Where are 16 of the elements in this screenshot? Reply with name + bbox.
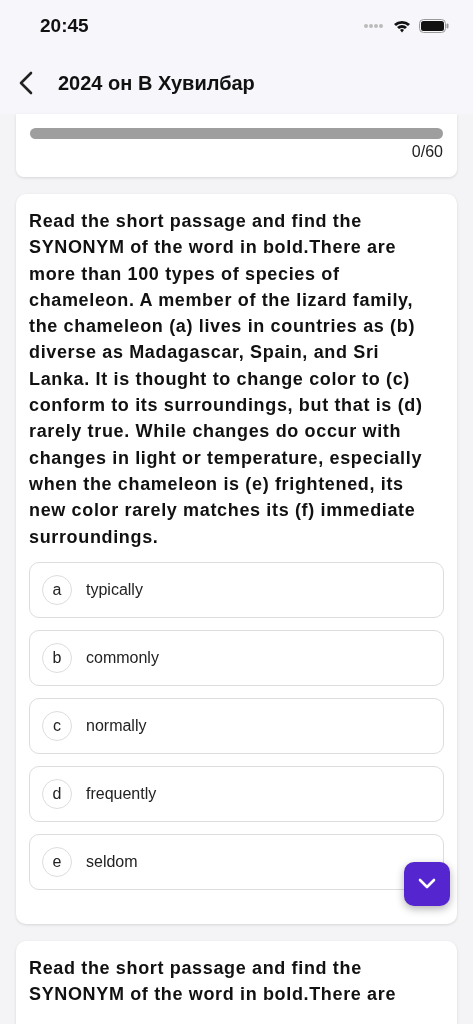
chevron-down-icon: [418, 878, 436, 890]
page-title: 2024 он В Хувилбар: [58, 71, 255, 95]
answer-option[interactable]: e seldom: [29, 833, 444, 890]
signal-icon: [363, 23, 385, 29]
answer-option[interactable]: a typically: [29, 561, 444, 618]
answer-option[interactable]: c normally: [29, 697, 444, 754]
back-icon[interactable]: [18, 71, 34, 95]
battery-icon: [419, 19, 449, 33]
answer-option[interactable]: d frequently: [29, 765, 444, 822]
scroll-down-button[interactable]: [404, 862, 450, 906]
answer-option[interactable]: b commonly: [29, 629, 444, 686]
question-text: Read the short passage and find the SYNONYM of the word in bold.There are: [29, 956, 398, 1007]
progress-count: 0/60: [410, 143, 443, 161]
wifi-icon: [393, 19, 411, 33]
question-text: Read the short passage and find the SYNONYM of the word in bold.There are more than 100 types of species of chameleon. A member of the lizard family, the chameleon (a) lives in countries as (b) diverse as Madagascar, Spain, and Sri Lanka. It is thought to change color to (c) conform to its surroundings, but that is (d) rarely true. While changes do occur with changes in light or temperature, especially when the chameleon is (e) frightened, its new color rarely matches its (f) immediate surroundings.: [29, 210, 424, 549]
status-time: 20:45: [40, 15, 89, 37]
